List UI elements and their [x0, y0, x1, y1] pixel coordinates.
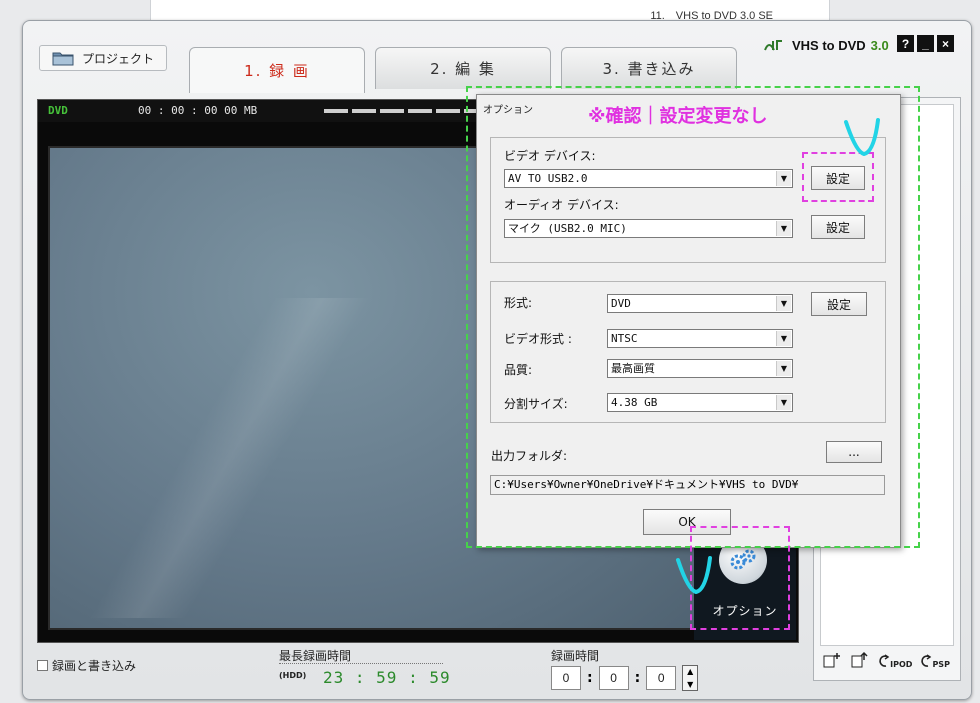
colon-separator: : [634, 670, 641, 686]
export-file-icon[interactable] [850, 651, 870, 672]
background-window: 11. VHS to DVD 3.0 SE [150, 0, 830, 22]
help-button[interactable]: ? [897, 35, 914, 52]
record-minutes-field[interactable]: 0 [598, 666, 629, 690]
max-record-time-label: 最長録画時間 [279, 649, 352, 663]
file-actions: IPOD PSP [820, 648, 952, 674]
project-button-label: プロジェクト [82, 51, 155, 66]
brand-logo-icon [764, 40, 782, 51]
record-and-write-label: 録画と書き込み [52, 659, 137, 673]
record-time-stepper: 0 : 0 : 0 ▲ ▼ [551, 665, 699, 691]
brand-version: 3.0 [870, 37, 889, 53]
tab-burn[interactable]: 3. 書き込み [561, 47, 737, 89]
level-meter [324, 109, 484, 113]
add-file-icon[interactable] [822, 651, 842, 672]
max-record-time: 23 : 59 : 59 [323, 668, 451, 687]
tab-burn-label: 3. 書き込み [602, 60, 696, 78]
timecode-readout: 00 : 00 : 00 00 MB [138, 104, 258, 117]
minimize-icon: _ [922, 36, 929, 51]
annotation-note: ※確認｜設定変更なし [588, 106, 768, 127]
spin-down-icon[interactable]: ▼ [687, 679, 693, 690]
help-icon: ? [901, 36, 910, 51]
ipod-convert-icon[interactable]: IPOD [878, 653, 912, 669]
colon-separator: : [587, 670, 593, 686]
tab-record-label: 1. 録 画 [244, 62, 310, 80]
brand-name: VHS to DVD [792, 37, 866, 53]
close-button[interactable]: × [937, 35, 954, 52]
tab-record[interactable]: 1. 録 画 [189, 47, 365, 93]
tab-edit-label: 2. 編 集 [430, 60, 496, 78]
record-time-label: 録画時間 [551, 649, 600, 663]
psp-label: PSP [932, 660, 950, 669]
check-mark-icon [844, 118, 880, 157]
project-button[interactable]: プロジェクト [39, 45, 167, 71]
tab-edit[interactable]: 2. 編 集 [375, 47, 551, 89]
brand: VHS to DVD 3.0 [763, 36, 889, 54]
record-and-write-checkbox[interactable]: 録画と書き込み [37, 657, 136, 674]
time-spin-buttons[interactable]: ▲ ▼ [682, 665, 699, 691]
hdd-label: (HDD) [279, 671, 307, 680]
checkbox-icon[interactable] [37, 660, 48, 671]
record-seconds-field[interactable]: 0 [646, 666, 677, 690]
spin-up-icon[interactable]: ▲ [687, 666, 693, 677]
format-indicator: DVD [48, 104, 68, 117]
check-mark-icon [676, 556, 712, 595]
record-hours-field[interactable]: 0 [551, 666, 581, 690]
ipod-label: IPOD [890, 660, 913, 669]
psp-convert-icon[interactable]: PSP [920, 653, 950, 669]
minimize-button[interactable]: _ [917, 35, 934, 52]
folder-icon [52, 52, 74, 66]
close-icon: × [941, 36, 949, 51]
divider [279, 663, 443, 664]
